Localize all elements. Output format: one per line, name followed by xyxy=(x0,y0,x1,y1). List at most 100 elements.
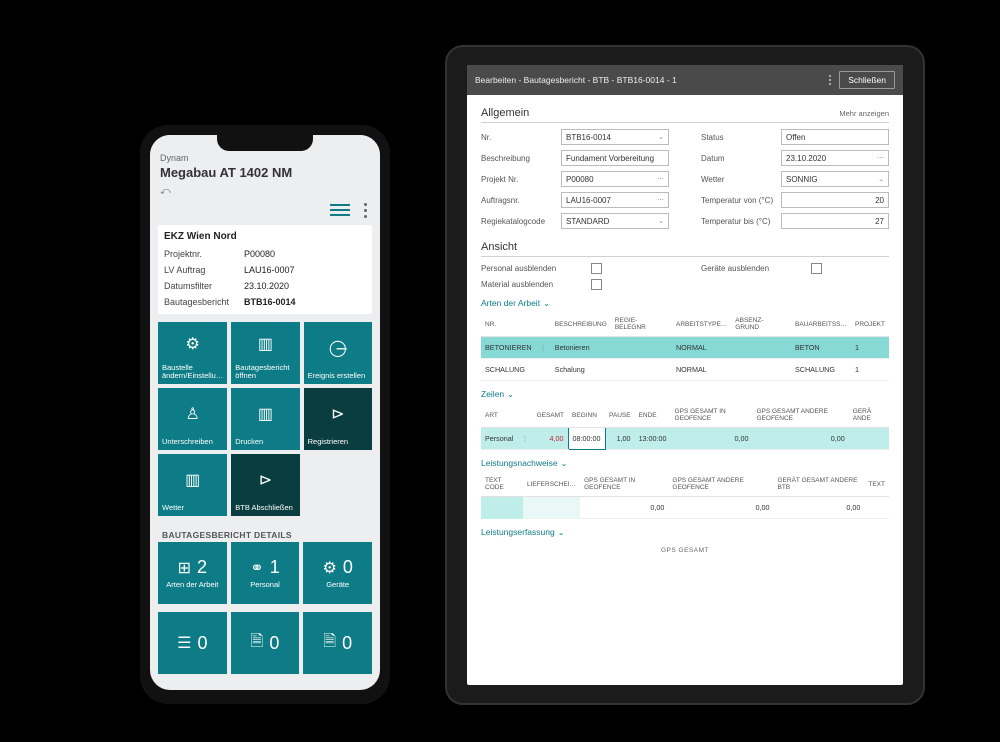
nr-input[interactable]: BTB16-0014⌄ xyxy=(561,129,669,145)
col-beschr[interactable]: BESCHREIBUNG xyxy=(551,312,611,337)
close-button[interactable]: Schließen xyxy=(839,71,895,89)
chevron-down-icon: ⋯ xyxy=(657,196,664,204)
row-menu-icon[interactable]: ⋮ xyxy=(536,337,551,359)
col-gps-in[interactable]: GPS GESAMT IN GEOFENCE xyxy=(671,403,753,428)
projektnr-input[interactable]: P00080⋯ xyxy=(561,171,669,187)
field-datumsfilter[interactable]: Datumsfilter 23.10.2020 xyxy=(164,278,366,294)
col-art[interactable]: ART xyxy=(481,403,517,428)
checkbox-icon[interactable] xyxy=(811,263,822,274)
stat-personal[interactable]: ⚭1 Personal xyxy=(231,542,300,604)
chk-personal-ausblenden[interactable]: Personal ausblenden xyxy=(481,263,669,274)
auftragsnr-input[interactable]: LAU16-0007 ⋯ xyxy=(561,192,669,208)
row-menu-icon[interactable]: ⋮ xyxy=(517,428,532,450)
col-beginn[interactable]: BEGINN xyxy=(568,403,605,428)
col[interactable]: GPS GESAMT IN GEOFENCE xyxy=(580,472,668,497)
field-lvauftrag[interactable]: LV Auftrag LAU16-0007 xyxy=(164,262,366,278)
cell xyxy=(731,337,791,359)
tile-ereignis-erstellen[interactable]: ◯̶ Ereignis erstellen xyxy=(304,322,372,384)
tile-registrieren[interactable]: ⊳ Registrieren xyxy=(304,388,372,450)
datum-input[interactable]: 23.10.2020⋯ xyxy=(781,150,889,166)
status-input[interactable]: Offen xyxy=(781,129,889,145)
stat-checklist[interactable]: ☰0 xyxy=(158,612,227,674)
stat-arten-der-arbeit[interactable]: ⊞2 Arten der Arbeit xyxy=(158,542,227,604)
field-value: STANDARD xyxy=(566,217,609,226)
cell: SCHALUNG xyxy=(791,359,851,381)
field-label: Auftragsnr. xyxy=(481,196,561,205)
col-nr[interactable]: NR. xyxy=(481,312,536,337)
more-menu-icon[interactable] xyxy=(360,203,370,218)
field-projektnr[interactable]: Projektnr. P00080 xyxy=(164,246,366,262)
table-row[interactable]: Personal ⋮ 4,00 08:00:00 1,00 13:00:00 0… xyxy=(481,428,889,450)
col-gera[interactable]: GERÄ ANDE xyxy=(849,403,889,428)
tile-btb-abschliessen[interactable]: ⊳ BTB Abschließen xyxy=(231,454,299,516)
cell: Personal xyxy=(481,428,517,450)
col-projekt[interactable]: PROJEKT xyxy=(851,312,889,337)
cell: 1 xyxy=(851,359,889,381)
col-pause[interactable]: PAUSE xyxy=(605,403,635,428)
chevron-down-icon: ⋯ xyxy=(657,175,664,183)
checkbox-icon[interactable] xyxy=(591,263,602,274)
tablet-device: Bearbeiten - Bautagesbericht - BTB - BTB… xyxy=(445,45,925,705)
col[interactable]: GERÄT GESAMT ANDERE BTB xyxy=(773,472,864,497)
tile-btb-oeffnen[interactable]: ▥ Bautagesbericht öffnen xyxy=(231,322,299,384)
section-ansicht-header: Ansicht xyxy=(481,237,889,257)
table-row[interactable]: BETONIEREN ⋮ Betonieren NORMAL BETON 1 xyxy=(481,337,889,359)
tile-drucken[interactable]: ▥ Drucken xyxy=(231,388,299,450)
chk-material-ausblenden[interactable]: Material ausblenden xyxy=(481,279,669,290)
tile-wetter[interactable]: ▥ Wetter xyxy=(158,454,227,516)
table-row[interactable]: 0,00 0,00 0,00 xyxy=(481,497,889,519)
cursor-glyph: ⤺ xyxy=(150,184,380,199)
beschreibung-input[interactable]: Fundament Vorbereitung xyxy=(561,150,669,166)
field-value: BTB16-0014 xyxy=(566,133,611,142)
temp-bis-input[interactable]: 27 xyxy=(781,213,889,229)
col[interactable]: TEXT CODE xyxy=(481,472,523,497)
more-menu-icon[interactable] xyxy=(829,75,831,85)
temp-von-input[interactable]: 20 xyxy=(781,192,889,208)
tile-baustelle-aendern[interactable]: ⚙ Baustelle ändern/Einstellu… xyxy=(158,322,227,384)
col-regie[interactable]: REGIE-BELEGNR xyxy=(611,312,672,337)
chk-geraete-ausblenden[interactable]: Geräte ausblenden xyxy=(701,263,889,274)
section-zeilen-toggle[interactable]: Zeilen xyxy=(481,389,889,399)
col-ende[interactable]: ENDE xyxy=(635,403,671,428)
field-value: LAU16-0007 xyxy=(566,196,611,205)
field-value: SONNIG xyxy=(786,175,818,184)
stat-document-a[interactable]: 🗎0 xyxy=(231,612,300,674)
field-bautagesbericht[interactable]: Bautagesbericht BTB16-0014 xyxy=(164,294,366,310)
regiekatalog-input[interactable]: STANDARD⌄ xyxy=(561,213,669,229)
checkbox-icon[interactable] xyxy=(591,279,602,290)
gears-icon: ⚙ xyxy=(162,326,223,364)
field-value: LAU16-0007 xyxy=(244,265,366,275)
camera-icon: ◯̶ xyxy=(308,326,368,372)
page-title: Megabau AT 1402 NM xyxy=(160,165,370,180)
col[interactable]: GPS GESAMT ANDERE GEOFENCE xyxy=(668,472,773,497)
window-titlebar: Bearbeiten - Bautagesbericht - BTB - BTB… xyxy=(467,65,903,95)
stat-geraete[interactable]: ⚙0 Geräte xyxy=(303,542,372,604)
col[interactable]: TEXT xyxy=(864,472,889,497)
section-nachweise-toggle[interactable]: Leistungsnachweise xyxy=(481,458,889,468)
hamburger-menu-icon[interactable] xyxy=(330,201,350,219)
field-projekt-nr: Projekt Nr. P00080⋯ xyxy=(481,171,669,187)
col-arbeitstyp[interactable]: ARBEITSTYPE… xyxy=(672,312,731,337)
col-absenz[interactable]: ABSENZ-GRUND xyxy=(731,312,791,337)
cell: 1,00 xyxy=(605,428,635,450)
table-row[interactable]: SCHALUNG Schalung NORMAL SCHALUNG 1 xyxy=(481,359,889,381)
col-gps-out[interactable]: GPS GESAMT ANDERE GEOFENCE xyxy=(753,403,849,428)
section-title: Ansicht xyxy=(481,241,517,253)
section-erfassung-toggle[interactable]: Leistungserfassung xyxy=(481,527,889,537)
wetter-input[interactable]: SONNIG⌄ xyxy=(781,171,889,187)
col-gesamt[interactable]: GESAMT xyxy=(533,403,568,428)
show-more-link[interactable]: Mehr anzeigen xyxy=(839,109,889,118)
section-arten-toggle[interactable]: Arten der Arbeit xyxy=(481,298,889,308)
stat-document-b[interactable]: 🗎0 xyxy=(303,612,372,674)
stat-value: 0 xyxy=(269,633,279,654)
beginn-input[interactable]: 08:00:00 xyxy=(568,428,605,450)
field-regiekatalog: Regiekatalogcode STANDARD⌄ xyxy=(481,213,669,229)
col[interactable]: LIEFERSCHEI… xyxy=(523,472,580,497)
stat-value: 0 xyxy=(343,557,353,578)
field-value: 23.10.2020 xyxy=(244,281,366,291)
cell xyxy=(864,497,889,519)
col-bauarbeit[interactable]: BAUARBEITSS… xyxy=(791,312,851,337)
field-auftragsnr: Auftragsnr. LAU16-0007 ⋯ xyxy=(481,192,669,208)
cell xyxy=(731,359,791,381)
tile-unterschreiben[interactable]: ♙ Unterschreiben xyxy=(158,388,227,450)
